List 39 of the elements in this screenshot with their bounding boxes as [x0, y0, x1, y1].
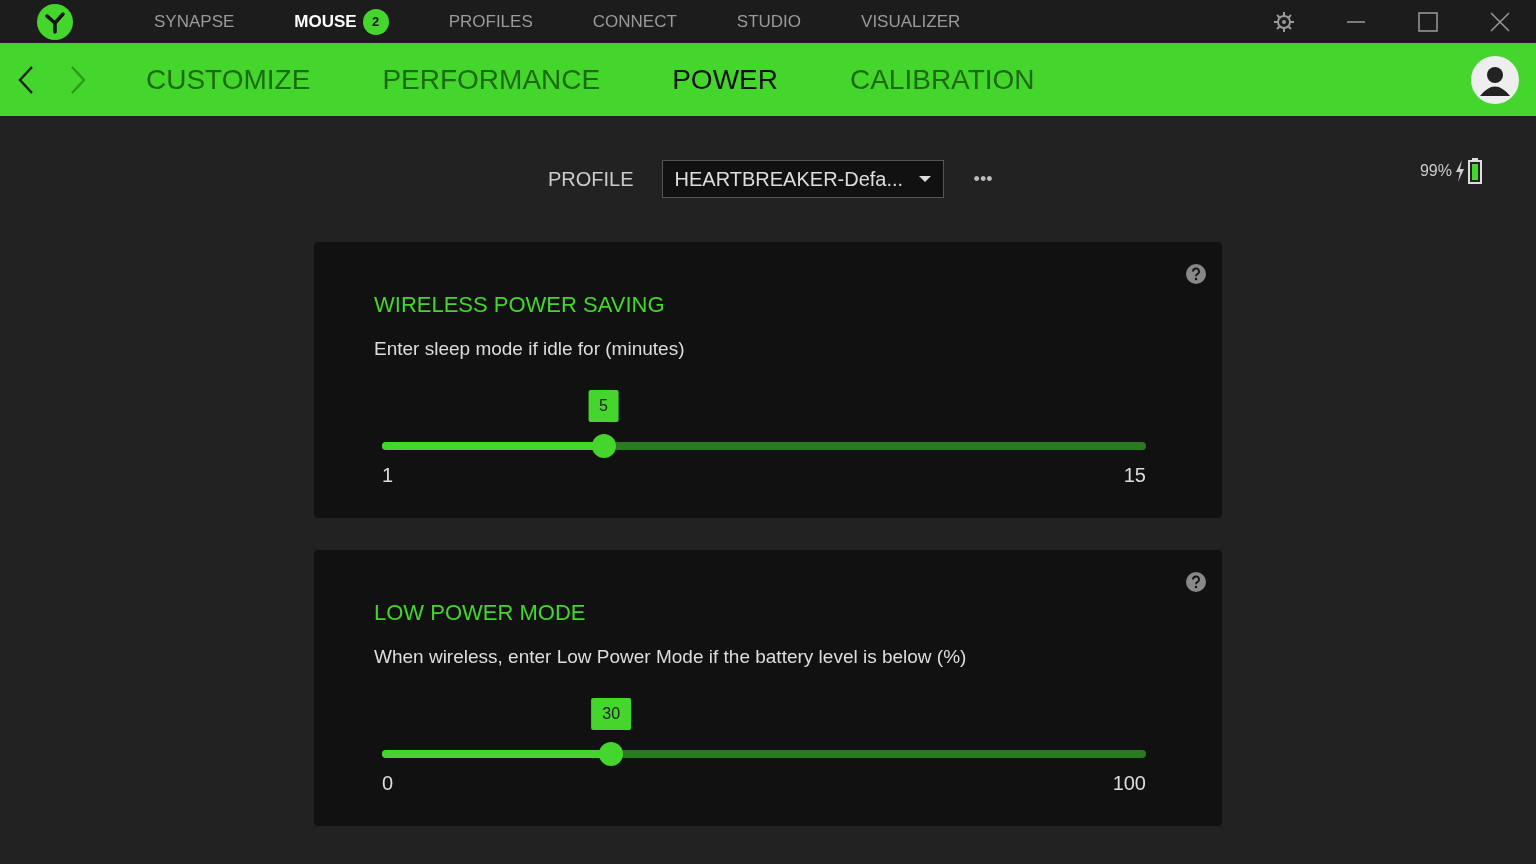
section-tab[interactable]: POWER	[672, 63, 778, 96]
card-title: LOW POWER MODE	[374, 600, 587, 626]
slider-max: 100	[1112, 772, 1146, 795]
caret-icon	[918, 175, 931, 183]
slider-thumb[interactable]	[591, 434, 616, 458]
battery-icon	[1468, 158, 1482, 184]
minimize-icon	[1346, 20, 1366, 23]
close-icon	[1490, 11, 1510, 32]
more-button[interactable]: •••	[967, 167, 999, 191]
card-title: WIRELESS POWER SAVING	[374, 292, 666, 318]
nav-tab[interactable]: STUDIO	[736, 11, 802, 32]
section-tab[interactable]: CALIBRATION	[849, 63, 1035, 96]
charging-icon	[1455, 160, 1465, 182]
nav-tab[interactable]: MOUSE 2	[294, 8, 389, 35]
section-tab[interactable]: CUSTOMIZE	[146, 63, 311, 96]
maximize-icon	[1418, 11, 1438, 32]
nav-tab[interactable]: SYNAPSE	[154, 11, 235, 32]
section-tab[interactable]: PERFORMANCE	[382, 63, 601, 96]
card-description: When wireless, enter Low Power Mode if the battery level is below (%)	[374, 646, 968, 668]
count-badge: 2	[362, 8, 389, 35]
slider-min: 1	[382, 464, 394, 487]
slider-max: 15	[1123, 464, 1146, 487]
card-description: Enter sleep mode if idle for (minutes)	[374, 338, 686, 360]
slider-value: 5	[588, 390, 619, 422]
nav-tab[interactable]: PROFILES	[448, 11, 533, 32]
slider-min: 0	[382, 772, 394, 795]
battery-reading: 99%	[1419, 162, 1452, 180]
slider-thumb[interactable]	[599, 742, 624, 766]
nav-tab[interactable]: VISUALIZER	[861, 11, 961, 32]
profile-dropdown[interactable]: HEARTBREAKER-Defa...	[661, 160, 944, 198]
slider-value: 30	[591, 698, 632, 730]
gear-icon	[1273, 10, 1295, 33]
nav-tab[interactable]: CONNECT	[592, 11, 677, 32]
slider[interactable]	[382, 742, 1146, 766]
profile-label: PROFILE	[548, 167, 634, 191]
help-icon[interactable]	[1186, 572, 1206, 592]
help-icon[interactable]	[1186, 264, 1206, 284]
slider[interactable]	[382, 434, 1146, 458]
avatar-icon[interactable]	[1470, 54, 1520, 105]
